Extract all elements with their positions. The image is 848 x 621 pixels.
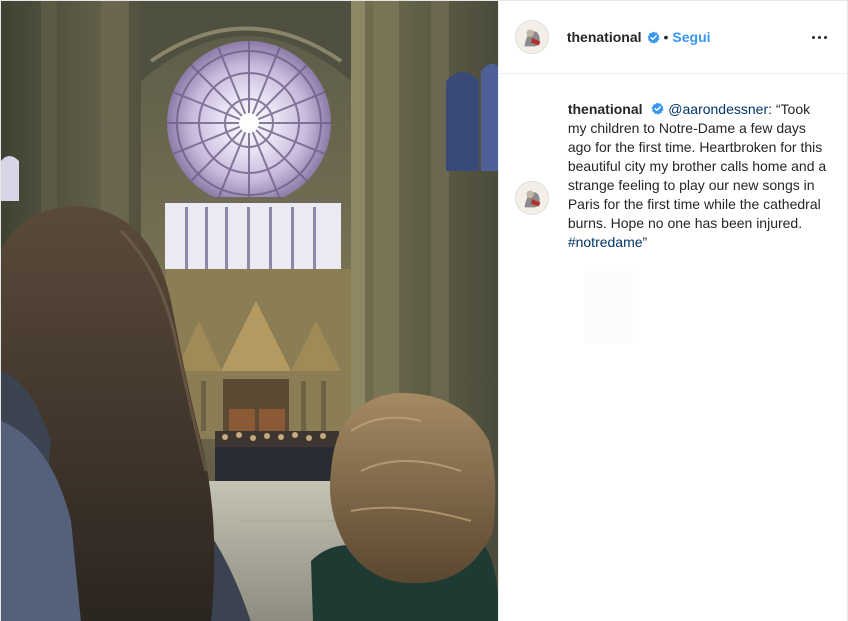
caption-author[interactable]: thenational [568, 101, 643, 117]
caption-mention-link[interactable]: @aarondessner [668, 101, 768, 117]
verified-badge-icon [651, 102, 664, 115]
post-header: thenational • Segui [498, 1, 847, 74]
caption-text: thenational @aarondessner: “Took my chil… [568, 100, 828, 252]
caption-comment: thenational @aarondessner: “Took my chil… [499, 74, 847, 252]
verified-badge-icon [647, 30, 660, 44]
instagram-post: thenational • Segui thenational @aaronde… [0, 0, 848, 621]
header-username[interactable]: thenational [567, 29, 642, 45]
follow-button[interactable]: Segui [672, 29, 710, 45]
caption-closing-quote: ” [642, 234, 648, 250]
post-side-panel: thenational • Segui thenational @aaronde… [497, 1, 847, 621]
notre-dame-interior-photo [1, 1, 498, 621]
caption-avatar[interactable] [514, 181, 549, 215]
faint-placeholder [584, 271, 633, 343]
caption-body: : “Took my children to Notre-Dame a few … [567, 101, 827, 231]
caption-hashtag-link[interactable]: #notredame [568, 234, 643, 250]
header-separator: • [663, 29, 669, 45]
more-horizontal-icon[interactable] [807, 25, 831, 49]
post-photo[interactable] [1, 1, 498, 621]
profile-avatar[interactable] [514, 20, 549, 54]
